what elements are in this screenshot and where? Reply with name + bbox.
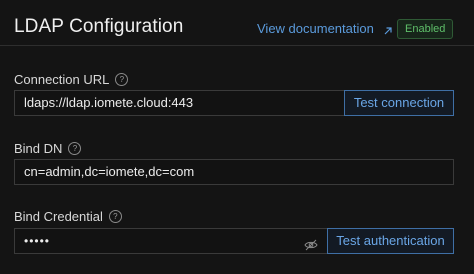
- bind-credential-masked-value: •••••: [24, 234, 51, 248]
- bind-dn-value: cn=admin,dc=iomete,dc=com: [24, 164, 195, 179]
- bind-dn-label-row: Bind DN ?: [14, 141, 82, 156]
- status-badge: Enabled: [397, 19, 454, 39]
- test-authentication-button[interactable]: Test authentication: [327, 228, 454, 254]
- view-documentation-label: View documentation: [257, 21, 374, 36]
- page-header: LDAP Configuration View documentation En…: [0, 0, 474, 46]
- bind-dn-label: Bind DN: [14, 141, 63, 156]
- connection-url-value: ldaps://ldap.iomete.cloud:443: [24, 95, 194, 110]
- page-title: LDAP Configuration: [14, 16, 184, 37]
- test-connection-button[interactable]: Test connection: [344, 90, 454, 116]
- help-icon[interactable]: ?: [108, 210, 122, 223]
- bind-credential-label-row: Bind Credential ?: [14, 209, 122, 224]
- view-documentation-link[interactable]: View documentation: [257, 21, 393, 36]
- connection-url-label-row: Connection URL ?: [14, 72, 129, 87]
- bind-dn-input[interactable]: cn=admin,dc=iomete,dc=com: [14, 159, 454, 185]
- help-icon[interactable]: ?: [115, 73, 129, 86]
- bind-credential-input[interactable]: •••••: [14, 228, 327, 254]
- connection-url-label: Connection URL: [14, 72, 110, 87]
- eye-off-icon[interactable]: [304, 235, 318, 251]
- bind-credential-label: Bind Credential: [14, 209, 103, 224]
- external-link-icon: [383, 24, 393, 34]
- help-icon[interactable]: ?: [68, 142, 82, 155]
- connection-url-input[interactable]: ldaps://ldap.iomete.cloud:443: [14, 90, 344, 116]
